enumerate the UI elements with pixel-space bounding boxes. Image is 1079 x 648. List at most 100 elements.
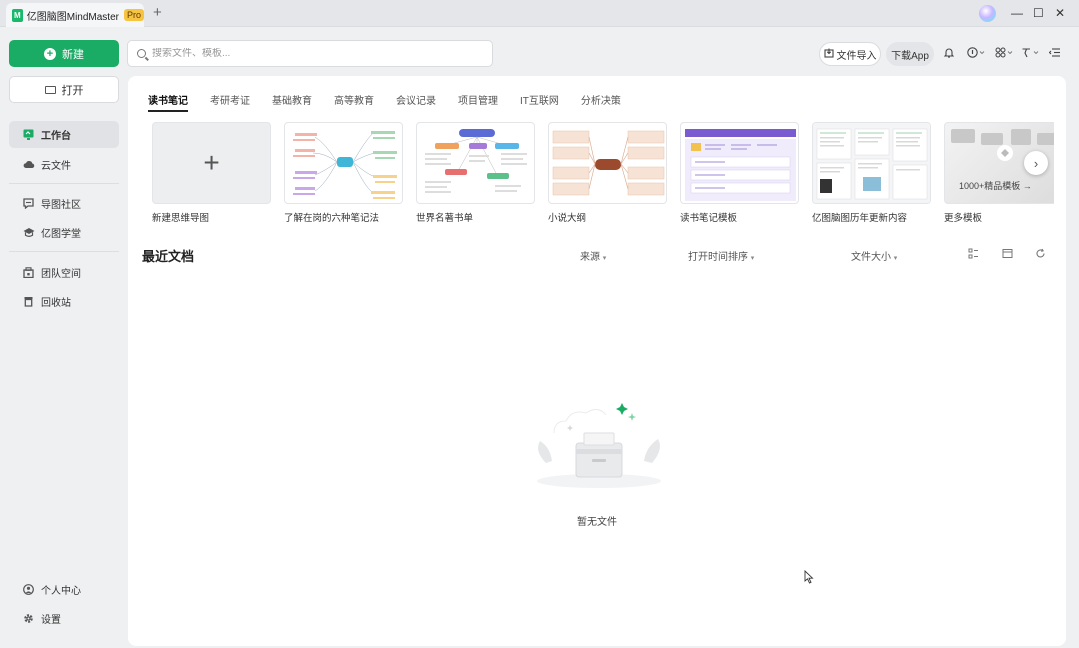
sidebar-item-label: 设置	[41, 615, 61, 626]
gift-icon[interactable]	[1021, 47, 1039, 62]
app-tab-title: 亿图脑图MindMaster	[26, 11, 119, 23]
chevron-down-icon: ▾	[602, 255, 607, 262]
workbench-icon	[23, 129, 34, 140]
chevron-down-icon: ▾	[893, 255, 898, 262]
tab-it-internet[interactable]: IT互联网	[520, 92, 559, 112]
more-templates-overlay: 1000+精品模板	[959, 181, 1021, 191]
search-box[interactable]	[127, 40, 493, 67]
tab-higher-education[interactable]: 高等教育	[334, 92, 374, 112]
plus-icon: +	[44, 47, 56, 60]
sidebar-item-trash[interactable]: 回收站	[9, 288, 119, 315]
tab-analysis-decision[interactable]: 分析决策	[581, 92, 621, 112]
team-space-icon	[23, 267, 34, 279]
carousel-next-button[interactable]: ›	[1024, 151, 1048, 175]
chevron-down-icon: ▾	[750, 255, 755, 262]
academy-icon	[23, 227, 35, 238]
template-card-label: 亿图脑图历年更新内容	[812, 213, 908, 224]
tab-reading-notes[interactable]: 读书笔记	[148, 92, 188, 112]
arrow-right-icon: →	[1022, 181, 1032, 191]
new-tab-button[interactable]: +	[153, 5, 162, 20]
import-icon	[823, 48, 834, 61]
size-filter-dropdown[interactable]: 文件大小 ▾	[851, 248, 897, 263]
search-icon	[137, 49, 146, 58]
maximize-button[interactable]: ☐	[1033, 5, 1044, 21]
chevron-right-icon: ›	[1033, 155, 1039, 171]
template-card-label: 新建思维导图	[152, 213, 210, 224]
help-icon[interactable]	[967, 47, 985, 62]
template-card[interactable]: 世界名著书单	[416, 122, 535, 224]
template-card-blank[interactable]: + 新建思维导图	[152, 122, 271, 224]
search-input[interactable]	[152, 48, 452, 59]
refresh-icon[interactable]	[1035, 248, 1046, 262]
empty-state-illustration	[526, 403, 672, 492]
sidebar-item-personal-center[interactable]: 个人中心	[9, 576, 119, 603]
open-button-label: 打开	[61, 84, 84, 97]
sidebar-item-label: 个人中心	[41, 586, 81, 597]
sort-dropdown[interactable]: 打开时间排序 ▾	[688, 248, 754, 263]
recent-docs-title: 最近文档	[142, 249, 195, 264]
sidebar-divider	[9, 251, 119, 252]
template-card[interactable]: 小说大纲	[548, 122, 667, 224]
grid-view-icon[interactable]	[1002, 248, 1013, 262]
download-app-button[interactable]: 下载App	[886, 42, 934, 66]
sidebar-item-academy[interactable]: 亿图学堂	[9, 219, 119, 246]
gear-icon	[23, 613, 34, 624]
open-button[interactable]: 打开	[9, 76, 119, 103]
import-file-button[interactable]: 文件导入	[819, 42, 881, 66]
community-icon	[23, 198, 34, 210]
tab-exam[interactable]: 考研考证	[210, 92, 250, 112]
template-card[interactable]: 亿图脑图历年更新内容	[812, 122, 931, 224]
trash-icon	[23, 296, 34, 307]
pro-badge: Pro	[123, 9, 144, 21]
sidebar-item-label: 团队空间	[41, 269, 81, 280]
sidebar-item-label: 云文件	[41, 161, 71, 172]
new-button-label: 新建	[62, 48, 84, 61]
sidebar-item-cloud[interactable]: 云文件	[9, 151, 119, 178]
template-thumbnail	[416, 122, 535, 204]
empty-state-text: 暂无文件	[577, 517, 617, 528]
sidebar-item-community[interactable]: 导图社区	[9, 190, 119, 217]
apps-grid-icon[interactable]	[995, 47, 1013, 62]
app-logo-icon: M	[12, 8, 23, 22]
new-button[interactable]: + 新建	[9, 40, 119, 67]
list-view-icon[interactable]	[968, 248, 979, 262]
template-card[interactable]: 读书笔记模板	[680, 122, 799, 224]
template-card-label: 更多模板	[944, 213, 983, 224]
sidebar-divider	[9, 183, 119, 184]
menu-list-icon[interactable]	[1048, 47, 1061, 62]
size-filter-label: 文件大小	[851, 252, 891, 263]
main-panel: 读书笔记 考研考证 基础教育 高等教育 会议记录 项目管理 IT互联网 分析决策…	[128, 76, 1066, 646]
sidebar-item-label: 导图社区	[41, 200, 81, 211]
sidebar-item-team-space[interactable]: 团队空间	[9, 259, 119, 286]
user-avatar[interactable]	[979, 5, 996, 22]
sidebar-item-workbench[interactable]: 工作台	[9, 121, 119, 148]
template-thumbnail	[284, 122, 403, 204]
folder-icon	[44, 85, 56, 94]
bell-icon[interactable]	[943, 47, 955, 62]
new-mindmap-plus-icon: +	[152, 122, 271, 204]
import-file-label: 文件导入	[836, 50, 877, 62]
template-thumbnail	[548, 122, 667, 204]
category-tabs: 读书笔记 考研考证 基础教育 高等教育 会议记录 项目管理 IT互联网 分析决策	[148, 92, 643, 112]
tab-meeting-notes[interactable]: 会议记录	[396, 92, 436, 112]
template-card-label: 世界名著书单	[416, 213, 474, 224]
title-bar: M 亿图脑图MindMaster Pro + — ☐ ✕	[0, 0, 1079, 27]
template-card-label: 小说大纲	[548, 213, 587, 224]
template-thumbnail	[812, 122, 931, 204]
template-card-label: 了解在岗的六种笔记法	[284, 213, 380, 224]
minimize-button[interactable]: —	[1011, 5, 1023, 21]
template-card[interactable]: 了解在岗的六种笔记法	[284, 122, 403, 224]
source-filter-dropdown[interactable]: 来源 ▾	[580, 248, 606, 263]
close-button[interactable]: ✕	[1055, 5, 1065, 21]
sidebar-item-label: 亿图学堂	[41, 229, 81, 240]
mouse-cursor-icon	[804, 569, 814, 587]
app-tab[interactable]: M 亿图脑图MindMaster Pro	[6, 3, 144, 27]
template-thumbnail	[680, 122, 799, 204]
source-filter-label: 来源	[580, 252, 600, 263]
tab-project-management[interactable]: 项目管理	[458, 92, 498, 112]
sort-label: 打开时间排序	[688, 252, 748, 263]
user-icon	[23, 584, 34, 595]
tab-basic-education[interactable]: 基础教育	[272, 92, 312, 112]
sidebar-item-settings[interactable]: 设置	[9, 605, 119, 632]
sidebar-item-label: 回收站	[41, 298, 71, 309]
